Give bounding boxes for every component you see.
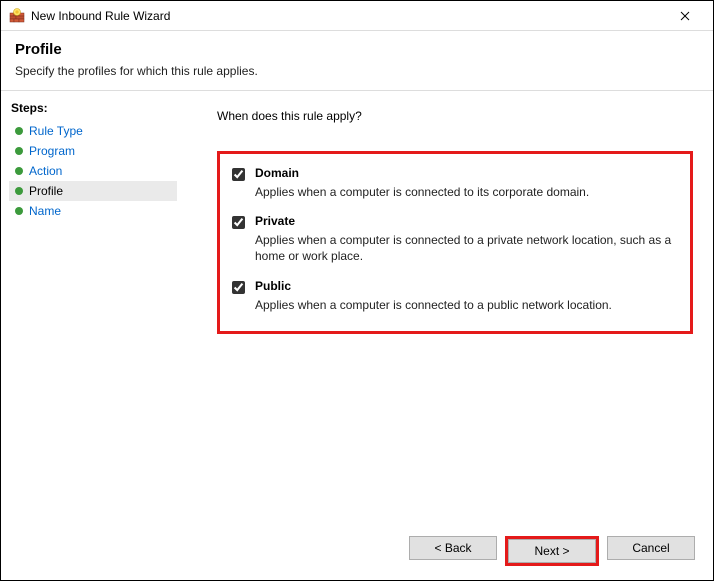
wizard-window: New Inbound Rule Wizard Profile Specify …	[0, 0, 714, 581]
next-button-highlight: Next >	[505, 536, 599, 566]
main-panel: When does this rule apply? Domain Applie…	[185, 91, 713, 526]
step-profile[interactable]: Profile	[9, 181, 177, 201]
option-private-desc: Applies when a computer is connected to …	[255, 232, 676, 264]
checkbox-public[interactable]	[232, 281, 245, 294]
step-rule-type[interactable]: Rule Type	[9, 121, 177, 141]
bullet-icon	[15, 127, 23, 135]
step-label: Action	[29, 164, 62, 178]
bullet-icon	[15, 167, 23, 175]
step-label: Program	[29, 144, 75, 158]
option-public-desc: Applies when a computer is connected to …	[255, 297, 612, 313]
bullet-icon	[15, 207, 23, 215]
option-domain-row: Domain Applies when a computer is connec…	[232, 166, 676, 200]
back-button[interactable]: < Back	[409, 536, 497, 560]
option-public-row: Public Applies when a computer is connec…	[232, 279, 676, 313]
step-label: Rule Type	[29, 124, 83, 138]
checkbox-domain[interactable]	[232, 168, 245, 181]
option-domain-desc: Applies when a computer is connected to …	[255, 184, 589, 200]
wizard-footer: < Back Next > Cancel	[1, 526, 713, 580]
option-public-label: Public	[255, 279, 612, 293]
option-text: Domain Applies when a computer is connec…	[255, 166, 589, 200]
wizard-body: Steps: Rule Type Program Action Profile …	[1, 91, 713, 526]
next-button[interactable]: Next >	[508, 539, 596, 563]
bullet-icon	[15, 187, 23, 195]
cancel-button[interactable]: Cancel	[607, 536, 695, 560]
option-text: Private Applies when a computer is conne…	[255, 214, 676, 264]
page-subtitle: Specify the profiles for which this rule…	[15, 64, 699, 78]
steps-heading: Steps:	[9, 101, 177, 115]
option-private-label: Private	[255, 214, 676, 228]
step-name[interactable]: Name	[9, 201, 177, 221]
close-button[interactable]	[665, 8, 705, 24]
firewall-icon	[9, 8, 25, 24]
page-title: Profile	[15, 41, 699, 58]
bullet-icon	[15, 147, 23, 155]
profile-options-highlight: Domain Applies when a computer is connec…	[217, 151, 693, 334]
checkbox-private[interactable]	[232, 216, 245, 229]
option-text: Public Applies when a computer is connec…	[255, 279, 612, 313]
step-label: Name	[29, 204, 61, 218]
step-label: Profile	[29, 184, 63, 198]
wizard-header: Profile Specify the profiles for which t…	[1, 31, 713, 91]
titlebar: New Inbound Rule Wizard	[1, 1, 713, 31]
profile-prompt: When does this rule apply?	[217, 109, 693, 123]
window-title: New Inbound Rule Wizard	[31, 9, 665, 23]
steps-sidebar: Steps: Rule Type Program Action Profile …	[1, 91, 185, 526]
option-domain-label: Domain	[255, 166, 589, 180]
step-program[interactable]: Program	[9, 141, 177, 161]
option-private-row: Private Applies when a computer is conne…	[232, 214, 676, 264]
step-action[interactable]: Action	[9, 161, 177, 181]
